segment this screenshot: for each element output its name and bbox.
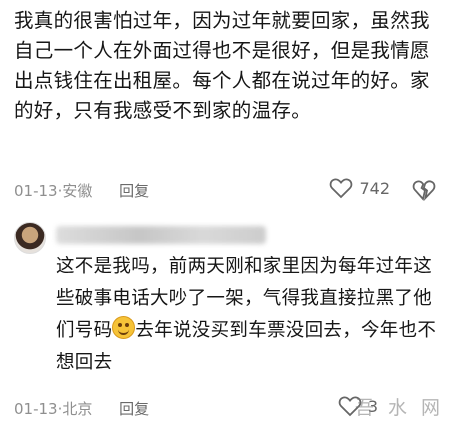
- username-blurred[interactable]: [56, 226, 266, 244]
- reply-location: 北京: [62, 400, 93, 418]
- comment-body: 我真的很害怕过年，因为过年就要回家，虽然我自己一个人在外面过得也不是很好，但是我…: [14, 9, 430, 122]
- smile-emoji-icon: [112, 316, 136, 339]
- reply-reply-button[interactable]: 回复: [119, 398, 149, 419]
- comment-like-count: 742: [359, 178, 390, 198]
- reply-date: 01-13: [14, 400, 58, 418]
- comment-like-button[interactable]: 742: [329, 177, 390, 199]
- comment-reply-button[interactable]: 回复: [119, 180, 149, 201]
- avatar[interactable]: [14, 222, 46, 254]
- comment-date: 01-13: [14, 182, 58, 200]
- watermark: 吾 水 网: [354, 397, 444, 419]
- comment-location: 安徽: [62, 182, 93, 200]
- broken-heart-icon[interactable]: [412, 179, 436, 201]
- reply-meta-row: 01-13 · 北京 回复: [14, 398, 150, 419]
- heart-outline-icon: [330, 178, 353, 199]
- comment-meta-row: 01-13 · 安徽 回复: [14, 180, 150, 201]
- reply-body: 这不是我吗，前两天刚和家里因为每年过年这些破事电话大吵了一架，气得我直接拉黑了他…: [56, 251, 440, 379]
